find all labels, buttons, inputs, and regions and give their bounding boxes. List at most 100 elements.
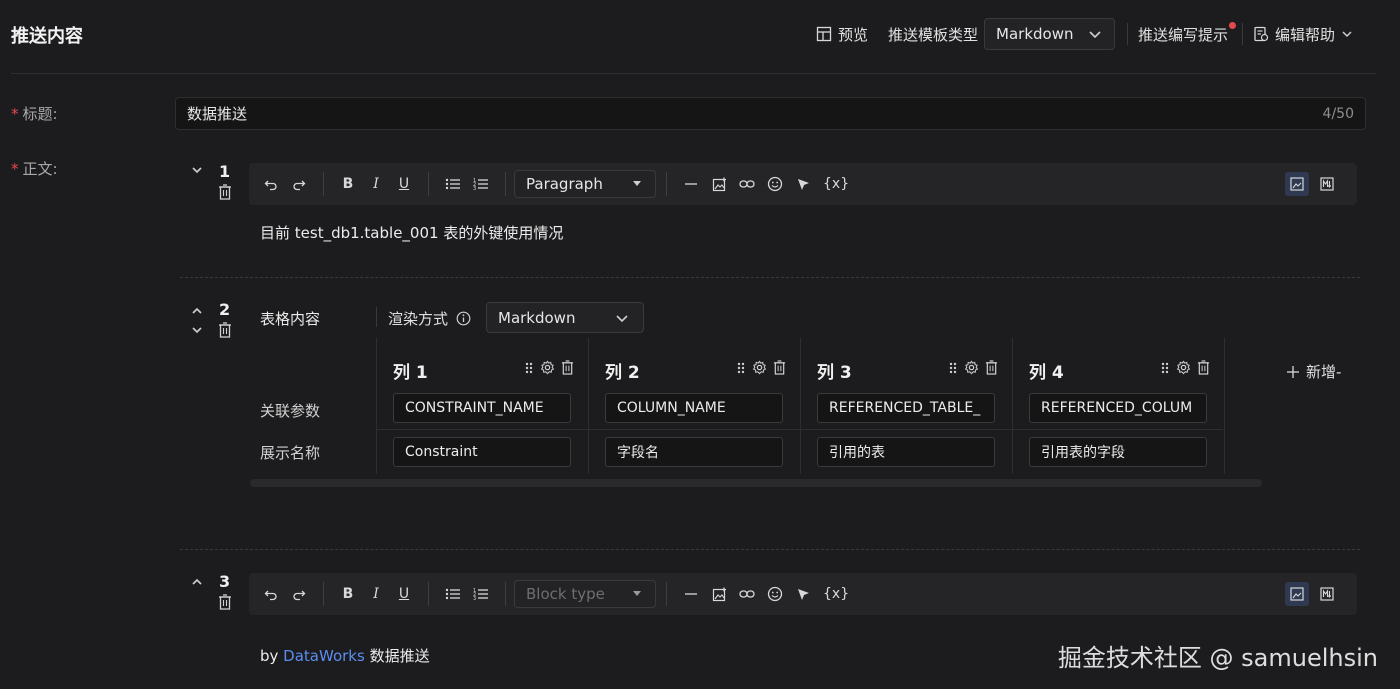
preview-label: 预览 [838, 25, 869, 44]
svg-text:3: 3 [473, 596, 476, 601]
bullet-list-button[interactable] [442, 173, 464, 195]
italic-button[interactable]: I [365, 583, 387, 605]
highlight-button[interactable] [792, 583, 814, 605]
bullet-list-button[interactable] [442, 583, 464, 605]
block-3-toolbar: B I U 123 Block type {x} [249, 573, 1357, 615]
highlight-button[interactable] [792, 173, 814, 195]
block-1-collapse-button[interactable] [190, 163, 204, 181]
trash-icon[interactable] [985, 360, 998, 375]
column-actions [1160, 360, 1210, 375]
display-name-input[interactable]: 引用的表 [817, 437, 995, 467]
info-icon[interactable] [456, 311, 471, 326]
markdown-view-button[interactable] [1315, 582, 1339, 606]
rich-view-button[interactable] [1285, 172, 1309, 196]
template-type-select[interactable]: Markdown [984, 18, 1116, 50]
block-divider [180, 277, 1360, 278]
block-type-select[interactable]: Paragraph [514, 170, 656, 198]
block-1-delete-button[interactable] [218, 184, 232, 204]
drag-handle-icon[interactable] [948, 361, 958, 375]
block-2-move-down-button[interactable] [190, 322, 204, 340]
redo-icon [293, 180, 306, 191]
column-table: 列 1 CONSTRAINT_NAME Constraint 列 2 COLUMN_NA… [376, 338, 1225, 474]
title-input[interactable]: 数据推送 4/50 [175, 97, 1366, 130]
redo-button[interactable] [288, 583, 310, 605]
title-char-count: 4/50 [1322, 105, 1354, 122]
writing-tips-button[interactable]: 推送编写提示 [1138, 20, 1238, 45]
view-mode-switch [1285, 582, 1339, 606]
undo-button[interactable] [260, 583, 282, 605]
link-button[interactable] [736, 583, 758, 605]
display-name-input[interactable]: 引用表的字段 [1029, 437, 1207, 467]
block-3-content[interactable]: by DataWorks 数据推送 [260, 645, 430, 666]
block-3-delete-button[interactable] [218, 594, 232, 614]
rich-view-button[interactable] [1285, 582, 1309, 606]
param-input[interactable]: CONSTRAINT_NAME [393, 393, 571, 423]
bold-button[interactable]: B [337, 173, 359, 195]
caret-down-icon [633, 181, 641, 186]
block-1-toolbar: B I U 123 Paragraph {x} [249, 163, 1357, 205]
underline-button[interactable]: U [393, 173, 415, 195]
link-button[interactable] [736, 173, 758, 195]
undo-button[interactable] [260, 173, 282, 195]
drag-handle-icon[interactable] [1160, 361, 1170, 375]
block-3-suffix: 数据推送 [364, 647, 430, 665]
display-name-input[interactable]: Constraint [393, 437, 571, 467]
edit-help-button[interactable]: 编辑帮助 [1253, 24, 1353, 45]
render-mode-select[interactable]: Markdown [486, 302, 644, 333]
add-column-button[interactable]: 新增- [1286, 361, 1341, 382]
insert-image-button[interactable] [708, 173, 730, 195]
column-actions [736, 360, 786, 375]
trash-icon[interactable] [561, 360, 574, 375]
block-2-move-up-button[interactable] [190, 303, 204, 321]
trash-icon[interactable] [773, 360, 786, 375]
block-type-select[interactable]: Block type [514, 580, 656, 608]
toolbar-separator [323, 172, 324, 196]
emoji-button[interactable] [764, 583, 786, 605]
underline-button[interactable]: U [393, 583, 415, 605]
drag-handle-icon[interactable] [524, 361, 534, 375]
numbered-list-button[interactable]: 123 [470, 583, 492, 605]
gear-icon[interactable] [1176, 360, 1191, 375]
trash-icon [219, 184, 231, 200]
numbered-list-button[interactable]: 123 [470, 173, 492, 195]
block-3-move-up-button[interactable] [190, 574, 204, 592]
insert-variable-button[interactable]: {x} [823, 173, 849, 195]
emoji-button[interactable] [764, 173, 786, 195]
insert-image-button[interactable] [708, 583, 730, 605]
param-input[interactable]: REFERENCED_COLUM [1029, 393, 1207, 423]
block-3-number: 3 [219, 572, 231, 591]
block-2-delete-button[interactable] [218, 322, 232, 342]
block-2-number: 2 [219, 300, 231, 319]
drag-handle-icon[interactable] [736, 361, 746, 375]
dataworks-link[interactable]: DataWorks [283, 647, 365, 665]
horizontal-rule-button[interactable] [680, 173, 702, 195]
bullet-list-icon [445, 588, 460, 600]
param-input[interactable]: COLUMN_NAME [605, 393, 783, 423]
insert-variable-button[interactable]: {x} [823, 583, 849, 605]
redo-icon [293, 590, 306, 601]
markdown-view-button[interactable] [1315, 172, 1339, 196]
italic-button[interactable]: I [365, 173, 387, 195]
trash-icon[interactable] [1197, 360, 1210, 375]
block-1-number: 1 [219, 162, 231, 181]
param-input[interactable]: REFERENCED_TABLE_ [817, 393, 995, 423]
gear-icon[interactable] [964, 360, 979, 375]
title-label: * 标题: [11, 103, 58, 124]
toolbar-separator [505, 172, 506, 196]
header-divider-line [11, 73, 1376, 74]
bold-button[interactable]: B [337, 583, 359, 605]
display-name-input[interactable]: 字段名 [605, 437, 783, 467]
table-horizontal-scrollbar[interactable] [250, 479, 1262, 487]
toolbar-separator [666, 582, 667, 606]
preview-button[interactable]: 预览 [816, 24, 868, 45]
redo-button[interactable] [288, 173, 310, 195]
toolbar-separator [428, 582, 429, 606]
numbered-list-icon: 123 [473, 588, 488, 601]
chevron-up-icon [192, 578, 202, 585]
gear-icon[interactable] [540, 360, 555, 375]
horizontal-rule-button[interactable] [680, 583, 702, 605]
header-divider [1127, 23, 1129, 45]
gear-icon[interactable] [752, 360, 767, 375]
block-1-content[interactable]: 目前 test_db1.table_001 表的外键使用情况 [260, 222, 563, 243]
header-actions: 预览 推送模板类型 Markdown 推送编写提示 编辑帮助 [816, 16, 1353, 52]
